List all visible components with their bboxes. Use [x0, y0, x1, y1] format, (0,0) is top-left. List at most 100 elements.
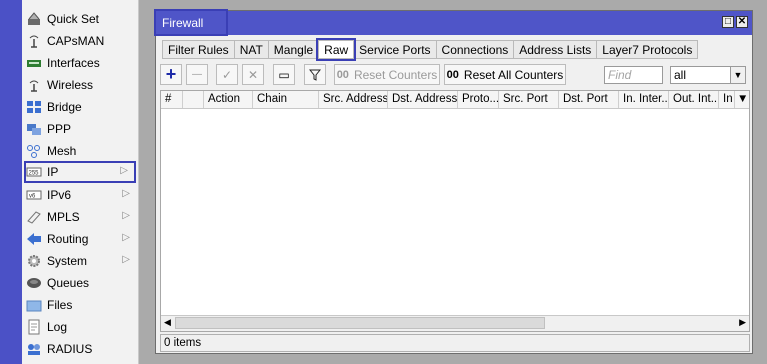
sidebar-item-label: System [47, 254, 88, 268]
sidebar-item-quick-set[interactable]: Quick Set [22, 8, 138, 30]
sidebar-item-routing[interactable]: Routing ▷ [22, 228, 138, 250]
column-header-action[interactable]: Action [204, 91, 253, 108]
filter-select-value: all [674, 68, 687, 82]
minus-icon: — [192, 69, 202, 80]
tab-nat[interactable]: NAT [233, 40, 269, 59]
column-header-src-port[interactable]: Src. Port [499, 91, 559, 108]
column-header-protocol[interactable]: Proto... [458, 91, 499, 108]
mpls-icon [25, 209, 43, 225]
tab-connections[interactable]: Connections [435, 40, 515, 59]
submenu-arrow-icon: ▷ [120, 165, 128, 176]
sidebar-item-label: CAPsMAN [47, 34, 105, 48]
wireless-icon [25, 77, 43, 93]
add-button[interactable]: + [160, 64, 182, 85]
column-header-dst-port[interactable]: Dst. Port [559, 91, 619, 108]
sidebar-item-label: Quick Set [47, 12, 100, 26]
check-icon: ✓ [221, 67, 233, 82]
sidebar-item-label: MPLS [47, 210, 80, 224]
sidebar-item-interfaces[interactable]: Interfaces [22, 52, 138, 74]
scrollbar-thumb[interactable] [175, 317, 545, 329]
tab-layer7-protocols[interactable]: Layer7 Protocols [596, 40, 699, 59]
sidebar-item-system[interactable]: System ▷ [22, 250, 138, 272]
tab-raw[interactable]: Raw [316, 38, 357, 61]
comment-button[interactable]: ▭ [273, 64, 295, 85]
sidebar-item-bridge[interactable]: Bridge [22, 96, 138, 118]
comment-icon: ▭ [278, 67, 290, 82]
reset-counters-button[interactable]: 00 Reset Counters [334, 64, 440, 85]
column-header-in-interface[interactable]: In. Inter... [619, 91, 669, 108]
column-header-number[interactable]: # [161, 91, 183, 108]
close-button[interactable]: ✕ [736, 16, 748, 28]
sidebar-item-label: IPv6 [47, 188, 72, 202]
sidebar-item-mpls[interactable]: MPLS ▷ [22, 206, 138, 228]
tab-address-lists[interactable]: Address Lists [513, 40, 598, 59]
sidebar-item-ip[interactable]: 255 IP ▷ [24, 161, 136, 183]
filter-button[interactable] [304, 64, 326, 85]
tab-service-ports[interactable]: Service Ports [353, 40, 437, 59]
close-icon: ✕ [737, 16, 747, 27]
status-bar: 0 items [160, 334, 750, 352]
log-icon [25, 319, 43, 335]
horizontal-scrollbar[interactable]: ◀ ▶ [161, 315, 749, 331]
sidebar-item-queues[interactable]: Queues [22, 272, 138, 294]
enable-button[interactable]: ✓ [216, 64, 238, 85]
capsman-icon [25, 33, 43, 49]
column-header-src-address[interactable]: Src. Address [319, 91, 388, 108]
sidebar-item-label: RADIUS [47, 342, 93, 356]
sidebar-item-files[interactable]: Files [22, 294, 138, 316]
submenu-arrow-icon: ▷ [122, 210, 130, 221]
reset-all-counters-button[interactable]: 00 Reset All Counters [444, 64, 566, 85]
brand-bar [0, 0, 22, 364]
sidebar-item-label: IP [47, 165, 59, 179]
sidebar-item-label: Routing [47, 232, 89, 246]
scroll-right-icon[interactable]: ▶ [739, 317, 746, 328]
quick-set-icon [25, 11, 43, 27]
sidebar-item-label: Mesh [47, 144, 77, 158]
sidebar-item-label: Log [47, 320, 68, 334]
submenu-arrow-icon: ▷ [122, 254, 130, 265]
columns-menu-icon[interactable]: ▼ [735, 91, 749, 108]
column-header-out-interface[interactable]: Out. Int... [669, 91, 719, 108]
submenu-arrow-icon: ▷ [122, 188, 130, 199]
find-input[interactable]: Find [604, 66, 663, 84]
sidebar-item-label: Wireless [47, 78, 94, 92]
mesh-icon [25, 143, 43, 159]
sidebar-item-label: Bridge [47, 100, 82, 114]
interfaces-icon [25, 55, 43, 71]
column-header-dst-address[interactable]: Dst. Address [388, 91, 458, 108]
sidebar-item-log[interactable]: Log [22, 316, 138, 338]
queues-icon [25, 275, 43, 291]
remove-button[interactable]: — [186, 64, 208, 85]
sidebar-item-ipv6[interactable]: v6 IPv6 ▷ [22, 184, 138, 206]
filter-icon [309, 69, 321, 81]
tab-filter-rules[interactable]: Filter Rules [162, 40, 235, 59]
gear-icon [25, 253, 43, 269]
disable-button[interactable]: ✕ [242, 64, 264, 85]
filter-select[interactable]: all ▼ [670, 66, 746, 84]
window-titlebar[interactable]: Firewall □ ✕ [154, 9, 752, 36]
counter-icon: 00 [446, 68, 459, 81]
rules-table: # Action Chain Src. Address Dst. Address… [160, 90, 750, 332]
toolbar: + — ✓ ✕ ▭ 00 Reset Counters 00 Reset All… [160, 64, 750, 86]
counter-icon: 00 [336, 68, 349, 81]
sidebar: Quick Set CAPsMAN Interfaces Wireless Br… [22, 0, 139, 364]
firewall-window: Firewall □ ✕ Filter Rules NAT Mangle Raw… [154, 9, 753, 354]
tab-mangle[interactable]: Mangle [267, 40, 320, 59]
radius-icon [25, 341, 43, 357]
restore-button[interactable]: □ [722, 16, 734, 28]
plus-icon: + [165, 64, 177, 84]
chevron-down-icon[interactable]: ▼ [730, 67, 745, 83]
sidebar-item-ppp[interactable]: PPP [22, 118, 138, 140]
sidebar-item-mesh[interactable]: Mesh [22, 140, 138, 162]
sidebar-item-wireless[interactable]: Wireless [22, 74, 138, 96]
sidebar-item-radius[interactable]: RADIUS [22, 338, 138, 360]
sidebar-item-capsman[interactable]: CAPsMAN [22, 30, 138, 52]
column-header-in[interactable]: In [719, 91, 735, 108]
scroll-left-icon[interactable]: ◀ [164, 317, 171, 328]
bridge-icon [25, 99, 43, 115]
svg-text:255: 255 [29, 171, 40, 177]
item-count: 0 items [164, 337, 202, 349]
column-header-chain[interactable]: Chain [253, 91, 319, 108]
ppp-icon [25, 121, 43, 137]
column-header-flags[interactable] [183, 91, 204, 108]
